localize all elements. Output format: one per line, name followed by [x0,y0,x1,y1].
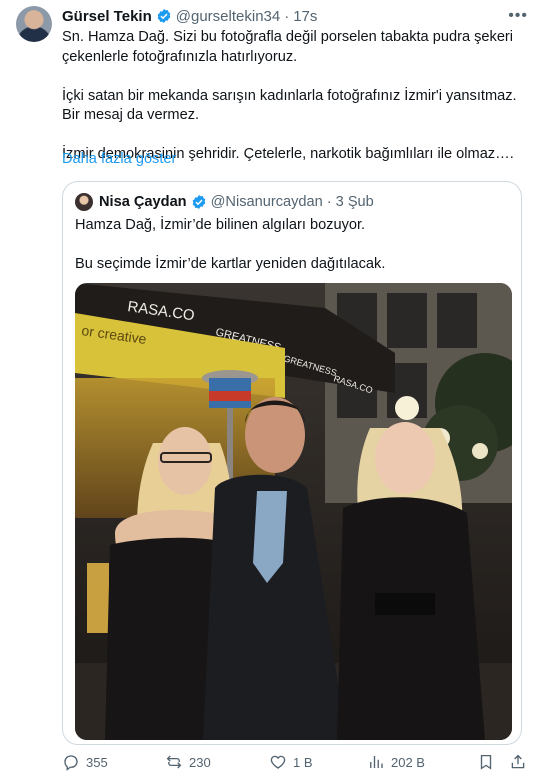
views-button[interactable]: 202 B [367,752,425,772]
action-bar: 355 230 1 B 202 B [62,752,532,772]
verified-badge-icon [157,9,171,23]
meta-separator: · [284,7,290,25]
reply-count: 355 [86,754,108,770]
retweet-button[interactable]: 230 [165,752,211,772]
author-avatar[interactable] [16,6,52,42]
reply-icon [64,755,78,771]
share-button[interactable] [509,752,533,772]
author-name[interactable]: Gürsel Tekin [62,8,152,25]
author-handle[interactable]: @gurseltekin34 [176,8,280,25]
share-icon [511,754,525,769]
quote-paragraph: Hamza Dağ, İzmir’de bilinen algıları boz… [75,217,366,233]
photo-illustration: RASA.CO GREATNESS GREATNESS RASA.CO or c… [75,283,512,740]
like-count: 1 B [293,754,313,770]
quote-author-handle: @Nisanurcaydan [210,194,323,210]
retweet-icon [166,755,182,769]
show-more-link[interactable]: Daha fazla göster [62,151,176,167]
tweet-timestamp[interactable]: 17s [293,8,317,25]
tweet-body: Sn. Hamza Dağ. Sizi bu fotoğrafla değil … [62,28,530,165]
quoted-tweet[interactable]: Nisa Çaydan @Nisanurcaydan · 3 Şub Hamza… [62,181,522,745]
like-icon [270,755,286,769]
bookmark-icon [480,754,492,770]
quote-avatar [75,193,93,211]
verified-badge-icon [192,195,205,209]
views-icon [370,756,383,768]
tweet-paragraph: İçki satan bir mekanda sarışın kadınlarl… [62,87,517,124]
quote-author-name: Nisa Çaydan [99,194,187,210]
tweet-paragraph: Sn. Hamza Dağ. Sizi bu fotoğrafla değil … [62,29,514,65]
retweet-count: 230 [189,754,211,770]
meta-separator: · [326,194,332,210]
quote-paragraph: Bu seçimde İzmir’de kartlar yeniden dağı… [75,256,386,272]
quote-photo[interactable]: RASA.CO GREATNESS GREATNESS RASA.CO or c… [75,283,512,740]
bookmark-button[interactable] [477,752,501,772]
tweet-header: Gürsel Tekin @gurseltekin34 · 17s ••• [62,6,528,26]
quote-timestamp: 3 Şub [335,194,374,210]
reply-button[interactable]: 355 [62,752,108,772]
quote-header: Nisa Çaydan @Nisanurcaydan · 3 Şub [75,193,374,211]
views-count: 202 B [391,754,425,770]
like-button[interactable]: 1 B [269,752,313,772]
more-icon[interactable]: ••• [508,7,528,25]
